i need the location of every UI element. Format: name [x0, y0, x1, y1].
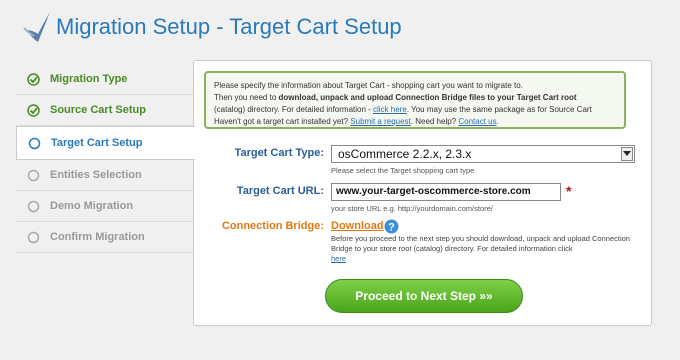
required-marker: *: [566, 183, 572, 199]
chevron-down-icon[interactable]: [621, 147, 633, 161]
cart-type-label: Target Cart Type:: [234, 147, 324, 159]
circle-icon: [26, 199, 40, 213]
sidebar: Migration Type Source Cart Setup Target …: [16, 64, 195, 253]
sidebar-item-label: Entities Selection: [50, 169, 142, 181]
circle-icon: [26, 230, 40, 244]
info-line: Haven't got a target cart installed yet?…: [214, 117, 499, 126]
sidebar-item-source-cart-setup[interactable]: Source Cart Setup: [16, 95, 194, 126]
help-icon[interactable]: ?: [384, 219, 399, 234]
sidebar-item-label: Demo Migration: [50, 200, 134, 212]
sidebar-item-target-cart-setup[interactable]: Target Cart Setup: [16, 126, 195, 160]
info-line: Then you need to download, unpack and up…: [214, 93, 577, 102]
submit-request-link[interactable]: Submit a request: [350, 117, 410, 126]
header: Migration Setup - Target Cart Setup: [0, 0, 680, 56]
sidebar-item-migration-type[interactable]: Migration Type: [16, 64, 194, 95]
svg-text:?: ?: [388, 222, 395, 234]
connection-bridge-description: Before you proceed to the next step you …: [331, 234, 630, 263]
click-here-link[interactable]: click here: [373, 105, 407, 114]
check-icon: [26, 72, 40, 86]
cart-type-hint: Please select the Target shopping cart t…: [331, 166, 475, 175]
cart-url-label: Target Cart URL:: [236, 185, 324, 197]
info-line: Please specify the information about Tar…: [214, 81, 523, 90]
info-line: (catalog) directory. For detailed inform…: [214, 105, 592, 114]
connection-bridge-label: Connection Bridge:: [221, 220, 324, 232]
page-title: Migration Setup - Target Cart Setup: [56, 14, 402, 39]
sidebar-item-confirm-migration[interactable]: Confirm Migration: [16, 222, 194, 253]
circle-icon: [26, 168, 40, 182]
circle-icon: [27, 136, 41, 150]
main-panel: Please specify the information about Tar…: [193, 60, 652, 326]
sidebar-item-label: Target Cart Setup: [51, 137, 143, 149]
migration-logo-icon: [23, 12, 50, 42]
cart-url-input[interactable]: www.your-target-oscommerce-store.com: [331, 183, 561, 201]
sidebar-item-label: Migration Type: [50, 73, 128, 85]
sidebar-item-label: Confirm Migration: [50, 231, 145, 243]
sidebar-item-label: Source Cart Setup: [50, 104, 146, 116]
cart-url-hint: your store URL e.g. http://yourdomain.co…: [331, 204, 493, 213]
contact-us-link[interactable]: Contact us: [458, 117, 496, 126]
sidebar-item-entities-selection[interactable]: Entities Selection: [16, 160, 194, 191]
check-icon: [26, 103, 40, 117]
cart-type-select[interactable]: osCommerce 2.2.x, 2.3.x: [331, 145, 635, 163]
sidebar-item-demo-migration[interactable]: Demo Migration: [16, 191, 194, 222]
proceed-button[interactable]: Proceed to Next Step »»: [325, 279, 523, 313]
download-link[interactable]: Download: [331, 220, 384, 232]
here-link[interactable]: here: [331, 254, 346, 263]
info-box: Please specify the information about Tar…: [204, 71, 626, 129]
